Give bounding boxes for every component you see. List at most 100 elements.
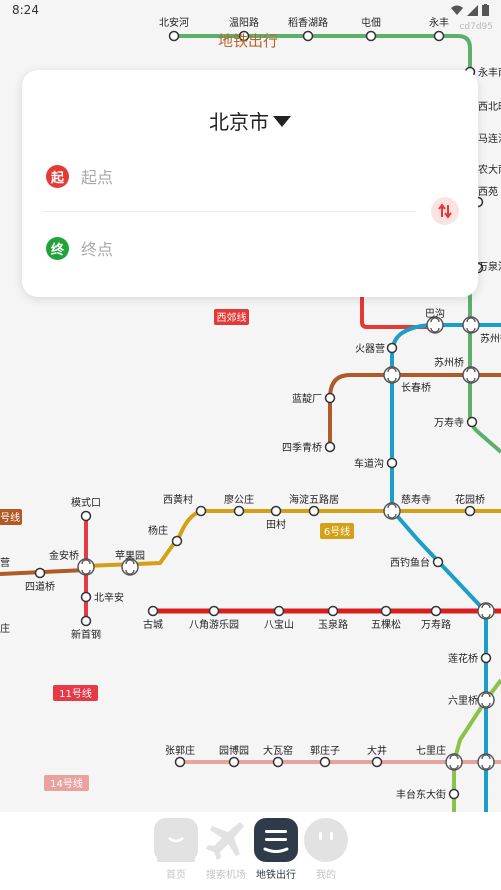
label-haidianwulu: 海淀五路居 [289,493,339,506]
station-tiancun [270,505,282,517]
station-babaoshan [273,605,285,617]
route-search-card: 北京市 起 起点 终 终点 [22,70,478,297]
label-qilizhuang: 七里庄 [416,744,446,757]
nav-profile[interactable]: 我的 [300,818,352,881]
label-yangzhuang: 杨庄 [148,524,168,537]
station-beixinan [80,591,92,603]
label-jinanqiao: 金安桥 [49,549,79,562]
interchange-stations[interactable] [77,316,495,771]
label-nongda: 农大南路 [478,163,501,176]
station-liaogongzhuang [233,505,245,517]
nav-search-airport[interactable]: 搜索机场 [200,818,252,881]
metro-icon [254,818,298,862]
station-yangzhuang [171,535,183,547]
status-icons [451,4,489,16]
station-yuanboyuan [228,756,240,768]
station-dajing [371,756,383,768]
interchange-suzhouqiao [462,366,480,384]
station-gucheng [147,605,159,617]
station-fengtaidongdajie [448,788,460,800]
label-xihuangcun: 西黄村 [163,493,193,506]
station-wanshoulu [430,605,442,617]
wifi-icon [451,5,463,15]
station-xinshougang [80,615,92,627]
swap-button[interactable] [431,197,459,225]
status-time: 8:24 [12,3,39,17]
start-point-placeholder: 起点 [81,168,114,187]
label-babaoshan: 八宝山 [264,618,294,631]
station-yuquanlu [327,605,339,617]
label-fengtaidongdajie: 丰台东大街 [396,788,446,801]
interchange-qilizhuang [445,753,463,771]
interchange-cishousi [383,502,401,520]
label-xinshougang: 新首钢 [71,628,101,641]
end-badge-icon: 终 [46,236,69,260]
station-huoqiying [386,342,398,354]
city-name: 北京市 [209,110,269,134]
signal-icon [467,4,478,16]
battery-icon [482,4,489,16]
swap-arrows-icon [438,203,452,219]
city-selector[interactable]: 北京市 [22,106,478,135]
end-point-field[interactable]: 终 终点 [46,235,113,261]
label-yuquanlu: 玉泉路 [318,618,348,631]
label-liuliqiao: 六里桥 [448,695,478,707]
station-haidianwulu [308,505,320,517]
nav-metro[interactable]: 地铁出行 [250,818,302,881]
station-daoxianghu [302,30,314,42]
station-lianhuaqiao [480,652,492,664]
label-partial-ying: 营 [0,556,10,569]
stations-regular[interactable] [34,342,492,800]
label-suzhouqiao: 苏州桥 [434,356,464,369]
home-icon [154,818,198,862]
interchange-gongzhufen [477,602,495,620]
bottom-navigation: 首页 搜索机场 地铁出行 我的 [0,812,501,890]
station-xidiaoyutai [432,556,444,568]
label-partial-zhuang: 庄 [0,622,10,635]
station-bajiao [208,605,220,617]
nav-home[interactable]: 首页 [150,818,202,881]
label-yuanboyuan: 园博园 [219,744,249,757]
watermark: cd7d95 [459,22,493,32]
label-bagou: 巴沟 [425,307,445,320]
map-title: 地铁出行 [218,32,279,50]
label-guozhuangzi: 郭庄子 [310,744,340,757]
label-wanshousi: 万寿寺 [434,416,464,429]
station-huayuanqiao [464,505,476,517]
status-bar: 8:24 [0,0,501,22]
label-xidiaoyutai: 西钓鱼台 [390,556,430,569]
station-dawayao [272,756,284,768]
station-zhangguozhuang [174,756,186,768]
label-xiyuan: 西苑 [478,185,498,198]
profile-icon [304,818,348,862]
field-divider [42,211,416,212]
station-beianhe [168,30,180,42]
label-wanshoulu: 万寿路 [421,618,451,631]
label-huayuanqiao: 花园桥 [455,493,485,506]
label-lianhuaqiao: 莲花桥 [448,652,478,665]
station-wanshousi [466,416,478,428]
label-bajiao: 八角游乐园 [189,618,239,631]
nav-search-airport-label: 搜索机场 [206,870,246,881]
station-tundian [365,30,377,42]
station-xihuangcun [195,505,207,517]
label-huoqiying: 火器营 [355,342,385,355]
label-dawayao: 大瓦窑 [263,744,293,757]
station-sijiqingqiao [324,441,336,453]
tag-line1: 1号线 [0,511,20,524]
end-point-placeholder: 终点 [81,240,114,259]
tag-xijiao: 西郊线 [217,311,247,324]
nav-profile-label: 我的 [316,870,336,881]
label-tiancun: 田村 [266,518,286,531]
tag-line6: 6号线 [324,525,350,538]
label-pingguoyuan: 苹果园 [115,549,145,562]
label-moshikou: 模式口 [71,496,101,509]
label-changchunqiao: 长春桥 [401,382,431,394]
label-landianchang: 蓝靛厂 [292,392,322,405]
label-suzhoujie: 苏州街 [480,332,501,345]
station-moshikou [80,510,92,522]
interchange-jinanqiao [77,558,95,576]
start-badge-icon: 起 [46,164,69,188]
label-wanquanhe: 万泉河 [478,260,501,273]
start-point-field[interactable]: 起 起点 [46,163,113,189]
